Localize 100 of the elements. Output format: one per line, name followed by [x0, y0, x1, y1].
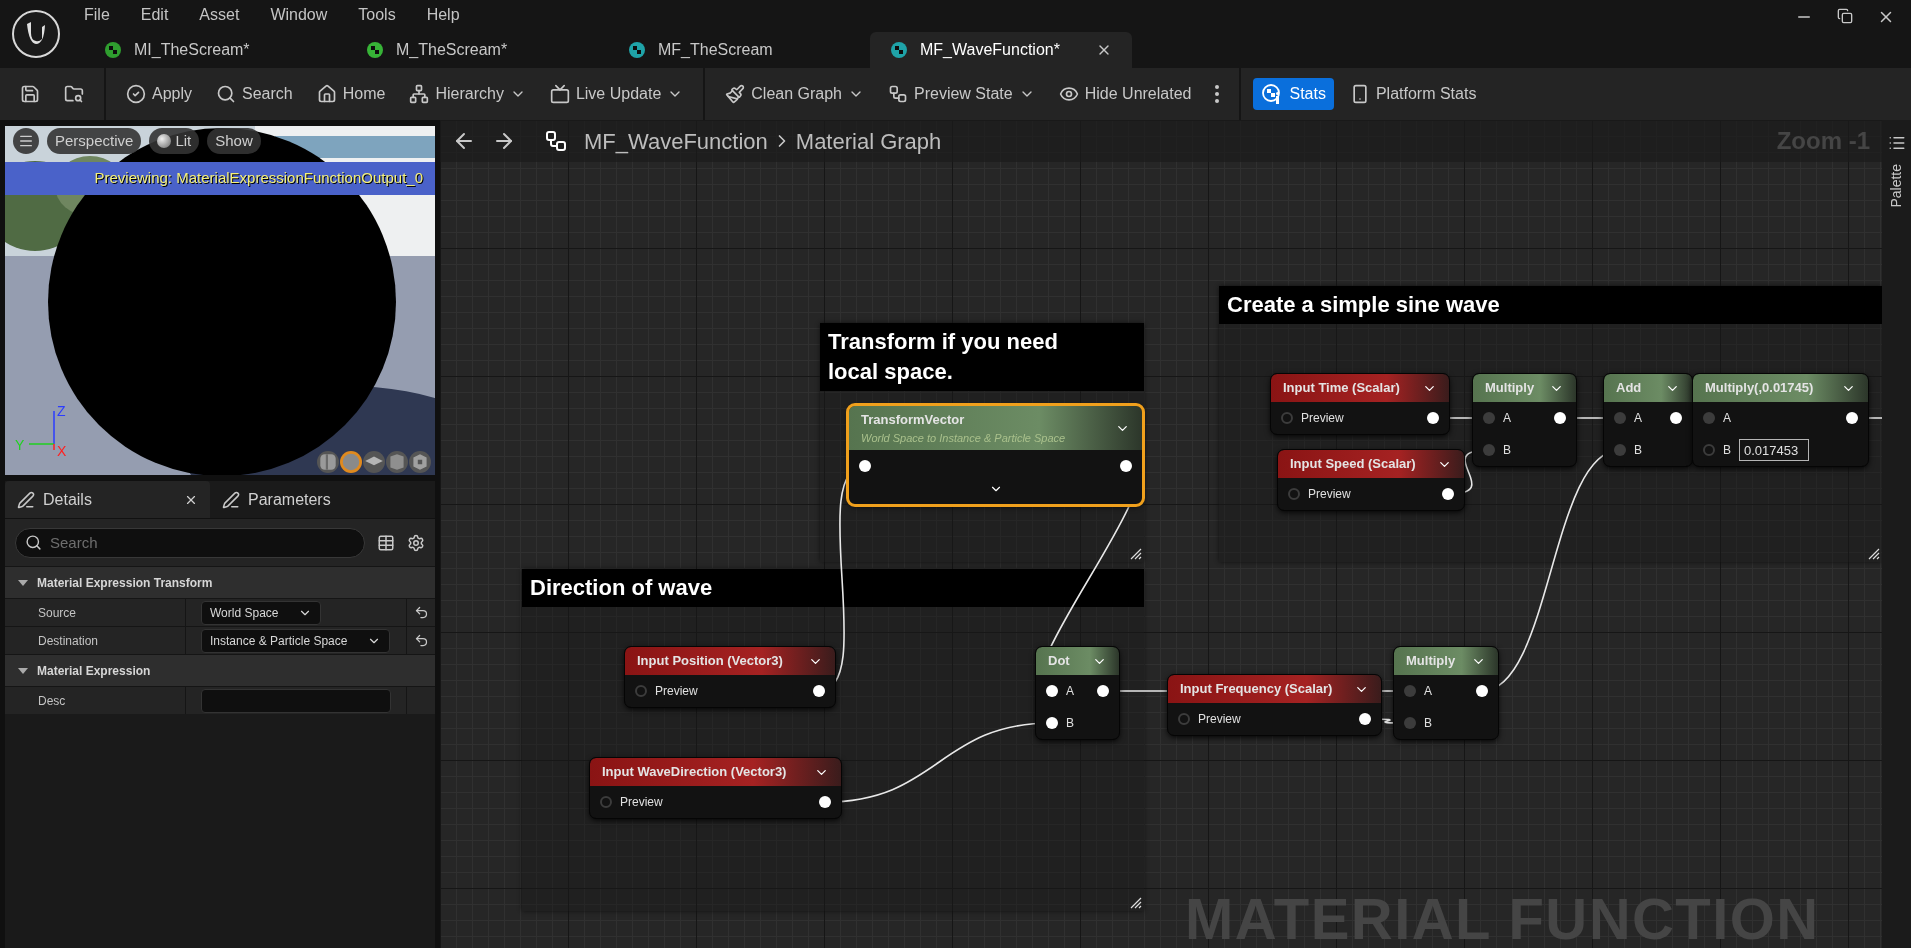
graph-node[interactable]: Multiply A B	[1394, 647, 1498, 739]
output-pin[interactable]	[1846, 412, 1858, 424]
section-title: Material Expression Transform	[37, 574, 213, 592]
menu-item[interactable]: Asset	[199, 3, 240, 27]
document-tab[interactable]: M_TheScream*	[346, 32, 608, 68]
value-field[interactable]: 0.017453	[1739, 439, 1809, 461]
breadcrumb-item[interactable]: MF_WaveFunction	[584, 124, 768, 158]
graph-node[interactable]: Input Time (Scalar) Preview	[1271, 374, 1449, 434]
stats-button[interactable]: Stats	[1253, 78, 1334, 110]
input-pin[interactable]	[600, 796, 612, 808]
pin-label: A	[1066, 683, 1074, 700]
input-pin[interactable]	[1614, 412, 1626, 424]
input-pin[interactable]	[1483, 444, 1495, 456]
output-pin[interactable]	[1120, 460, 1132, 472]
document-tab[interactable]: MF_TheScream	[608, 32, 870, 68]
output-pin[interactable]	[813, 685, 825, 697]
input-pin[interactable]	[1178, 713, 1190, 725]
search-button[interactable]: Search	[208, 78, 301, 110]
resize-grip-icon[interactable]	[1130, 897, 1142, 909]
graph-node[interactable]: Multiply A B	[1473, 374, 1576, 466]
output-pin[interactable]	[1427, 412, 1439, 424]
input-pin[interactable]	[1288, 488, 1300, 500]
node-title: Input Time (Scalar)	[1283, 379, 1400, 398]
menu-item[interactable]: Help	[426, 3, 460, 27]
input-pin[interactable]	[1703, 444, 1715, 456]
viewport-button[interactable]: Perspective	[47, 128, 142, 154]
banner-text: Previewing: MaterialExpressionFunctionOutput_0	[94, 168, 423, 189]
search-field[interactable]: Search	[15, 527, 365, 558]
property-label: Source	[37, 604, 78, 622]
menu-item[interactable]: File	[84, 3, 110, 27]
graph-node[interactable]: Input Speed (Scalar) Preview	[1278, 450, 1464, 510]
resize-grip-icon[interactable]	[1130, 548, 1142, 560]
menu-item[interactable]: Edit	[140, 3, 169, 27]
input-pin[interactable]	[859, 460, 871, 472]
viewport-button[interactable]: Show	[207, 128, 261, 154]
hierarchy-button[interactable]: Hierarchy	[401, 78, 534, 110]
lit-button[interactable]: Lit	[149, 128, 200, 154]
graph-node[interactable]: Dot A B	[1036, 647, 1119, 739]
pen-icon	[222, 490, 240, 509]
input-pin[interactable]	[1046, 685, 1058, 697]
graph-node[interactable]: Multiply(,0.01745) A B 0.017453	[1693, 374, 1868, 466]
output-pin[interactable]	[819, 796, 831, 808]
live-update-button[interactable]: Live Update	[541, 78, 692, 110]
dropdown[interactable]: World Space	[201, 600, 322, 625]
palette-tab[interactable]: Palette	[1886, 164, 1907, 208]
apply-button[interactable]: Apply	[118, 78, 201, 110]
input-pin[interactable]	[1281, 412, 1293, 424]
hide-unrelated-button[interactable]: Hide Unrelated	[1050, 78, 1200, 110]
section-header[interactable]: Material Expression Transform	[5, 566, 435, 598]
graph-node[interactable]: Add A B	[1604, 374, 1692, 466]
node-title: Multiply	[1485, 379, 1535, 398]
output-pin[interactable]	[1442, 488, 1454, 500]
table-icon[interactable]	[377, 533, 395, 552]
input-pin[interactable]	[1703, 412, 1715, 424]
list-icon[interactable]	[1887, 134, 1906, 152]
logo-icon[interactable]	[11, 9, 61, 59]
restore-icon[interactable]	[1837, 8, 1853, 24]
node-title: Add	[1616, 379, 1642, 398]
resize-grip-icon[interactable]	[1868, 548, 1880, 560]
section-title: Material Expression	[37, 662, 151, 680]
settings-icon[interactable]	[407, 533, 425, 552]
input-pin[interactable]	[1614, 444, 1626, 456]
node-subtitle: World Space to Instance & Particle Space	[861, 430, 1066, 446]
menu-item[interactable]: Tools	[358, 3, 396, 27]
reset-icon[interactable]	[413, 605, 429, 620]
output-pin[interactable]	[1097, 685, 1109, 697]
breadcrumb-item[interactable]: Material Graph	[795, 124, 942, 158]
output-pin[interactable]	[1476, 685, 1488, 697]
input-pin[interactable]	[1046, 717, 1058, 729]
section-header[interactable]: Material Expression	[5, 654, 435, 686]
home-button[interactable]: Home	[308, 78, 394, 110]
graph-node[interactable]: Input Position (Vector3) Preview	[625, 647, 835, 707]
reset-icon[interactable]	[413, 633, 429, 648]
document-tab[interactable]: MF_WaveFunction*	[870, 32, 1132, 68]
graph-node[interactable]: Input Frequency (Scalar) Preview	[1168, 675, 1381, 735]
input-pin[interactable]	[1483, 412, 1495, 424]
output-pin[interactable]	[1359, 713, 1371, 725]
clean-graph-button[interactable]: Clean Graph	[717, 78, 872, 110]
platform-stats-button[interactable]: Platform Stats	[1341, 78, 1485, 110]
panel-tab[interactable]: Parameters	[210, 481, 415, 518]
graph-node[interactable]: Input WaveDirection (Vector3) Preview	[590, 758, 841, 818]
menu-item[interactable]: Window	[270, 3, 328, 27]
preview-state-button[interactable]: Preview State	[880, 78, 1043, 110]
tab-label: Details	[43, 489, 93, 510]
dropdown[interactable]: Instance & Particle Space	[201, 628, 391, 653]
search-icon	[216, 84, 237, 104]
input-pin[interactable]	[1404, 685, 1416, 697]
pin-label: Preview	[655, 683, 698, 700]
graph-node[interactable]: TransformVector World Space to Instance & Particle Space	[849, 406, 1142, 504]
output-pin[interactable]	[1554, 412, 1566, 424]
output-pin[interactable]	[1670, 412, 1682, 424]
graph-canvas[interactable]	[440, 120, 1882, 948]
text-field[interactable]	[201, 688, 391, 713]
document-tab[interactable]: MI_TheScream*	[84, 32, 346, 68]
property-label: Destination	[37, 632, 100, 650]
input-pin[interactable]	[1404, 717, 1416, 729]
nodes-icon	[888, 84, 908, 104]
panel-tab[interactable]: Details	[5, 481, 210, 518]
input-pin[interactable]	[635, 685, 647, 697]
pen-icon	[17, 490, 35, 509]
